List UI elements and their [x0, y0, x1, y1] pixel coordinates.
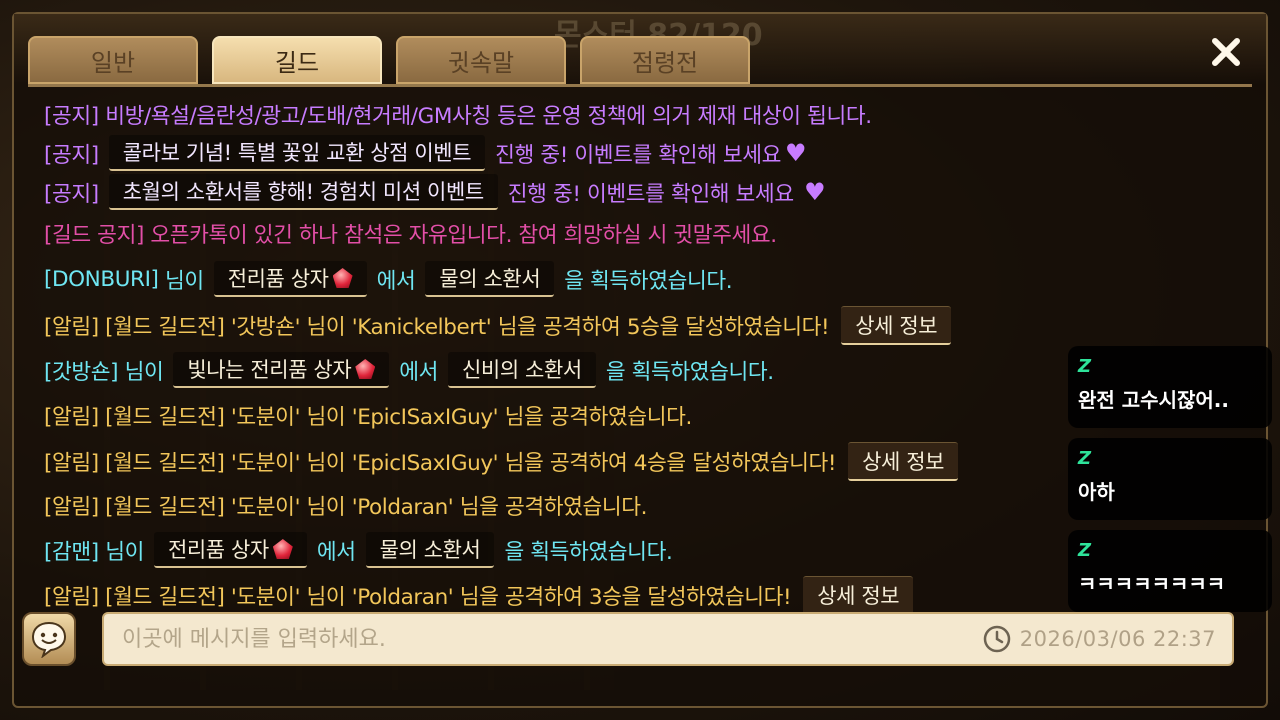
- chat-line-alert: [알림] [월드 길드전] '도분이' 님이 'Poldaran' 님을 공격하…: [44, 485, 647, 525]
- heart-icon: ♥: [785, 139, 807, 167]
- item-link[interactable]: 빛나는 전리품 상자: [173, 352, 390, 388]
- chat-line-alert: [알림] [월드 길드전] '갓방숀' 님이 'Kanickelbert' 님을…: [44, 305, 952, 345]
- alert-text: [알림] [월드 길드전] '도분이' 님이 'Poldaran' 님을 공격하…: [44, 584, 792, 610]
- item-name: 전리품 상자: [167, 538, 269, 562]
- loot-text: 님이: [124, 359, 164, 385]
- player-name[interactable]: [갓방숀]: [44, 355, 119, 386]
- chzzk-badge-icon: Z: [1078, 356, 1092, 377]
- loot-text: 을 획득하였습니다.: [564, 268, 733, 294]
- stream-chat-text: 아하: [1078, 480, 1115, 504]
- chzzk-badge-icon: Z: [1078, 448, 1092, 469]
- event-link[interactable]: 콜라보 기념! 특별 꽃잎 교환 상점 이벤트: [108, 135, 486, 171]
- loot-text: 에서: [316, 539, 356, 565]
- emoticon-button[interactable]: [22, 612, 76, 666]
- item-link[interactable]: 신비의 소환서: [448, 352, 596, 388]
- timestamp: 2026/03/06 22:37: [1019, 627, 1216, 651]
- item-name: 빛나는 전리품 상자: [187, 358, 352, 382]
- details-button[interactable]: 상세 정보: [803, 575, 914, 615]
- notice-text: 진행 중! 이벤트를 확인해 보세요: [495, 142, 782, 168]
- smiley-icon: [31, 621, 67, 658]
- player-name[interactable]: [DONBURI]: [44, 267, 159, 292]
- stream-chat-text: 완전 고수시잖어..: [1078, 388, 1229, 412]
- chat-tabs: 일반 길드 귓속말 점령전: [28, 36, 750, 84]
- alert-text: [알림] [월드 길드전] '도분이' 님이 'EpicISaxIGuy' 님을…: [44, 450, 837, 476]
- chat-line-loot: [갓방숀] 님이 빛나는 전리품 상자 에서 신비의 소환서 을 획득하였습니다…: [44, 350, 774, 390]
- gem-icon: [272, 539, 293, 559]
- loot-text: 을 획득하였습니다.: [504, 539, 673, 565]
- item-link[interactable]: 물의 소환서: [365, 532, 495, 568]
- game-screen: 몬스터 82/120 일반 길드 귓속말 점령전 [공지] 비방/욕설/음란성/…: [0, 0, 1280, 720]
- close-button[interactable]: [1204, 30, 1248, 74]
- chat-line-notice: [공지] 비방/욕설/음란성/광고/도배/현거래/GM사칭 등은 운영 정책에 …: [44, 94, 872, 134]
- notice-text: 비방/욕설/음란성/광고/도배/현거래/GM사칭 등은 운영 정책에 의거 제재…: [105, 103, 872, 129]
- stream-chat-message: Z 완전 고수시잖어..: [1068, 346, 1272, 428]
- loot-text: 에서: [399, 359, 439, 385]
- chzzk-badge-icon: Z: [1078, 540, 1092, 561]
- item-link[interactable]: 전리품 상자: [153, 532, 307, 568]
- tab-whisper[interactable]: 귓속말: [396, 36, 566, 84]
- chat-line-alert: [알림] [월드 길드전] '도분이' 님이 'EpicISaxIGuy' 님을…: [44, 395, 692, 435]
- loot-text: 님이: [164, 268, 204, 294]
- player-name[interactable]: [감맨]: [44, 535, 99, 566]
- tab-occupation-war[interactable]: 점령전: [580, 36, 750, 84]
- guild-notice-text: [길드 공지] 오픈카톡이 있긴 하나 참석은 자유입니다. 참여 희망하실 시…: [44, 222, 777, 248]
- stream-chat-text: ㅋㅋㅋㅋㅋㅋㅋㅋ: [1078, 572, 1226, 596]
- gem-icon: [355, 359, 376, 379]
- loot-text: 님이: [105, 539, 144, 565]
- chat-log: [공지] 비방/욕설/음란성/광고/도배/현거래/GM사칭 등은 운영 정책에 …: [44, 86, 1094, 616]
- notice-prefix: [공지]: [44, 181, 99, 207]
- notice-text: 진행 중! 이벤트를 확인해 보세요: [507, 181, 794, 207]
- item-link[interactable]: 물의 소환서: [425, 261, 555, 297]
- message-input[interactable]: [104, 625, 982, 653]
- clock-icon: [982, 624, 1012, 654]
- chat-line-notice: [공지] 콜라보 기념! 특별 꽃잎 교환 상점 이벤트 진행 중! 이벤트를 …: [44, 133, 807, 173]
- loot-text: 을 획득하였습니다.: [605, 359, 774, 385]
- loot-text: 에서: [376, 268, 416, 294]
- heart-icon: ♥: [804, 178, 826, 206]
- chat-line-alert: [알림] [월드 길드전] '도분이' 님이 'Poldaran' 님을 공격하…: [44, 575, 914, 615]
- chat-line-alert: [알림] [월드 길드전] '도분이' 님이 'EpicISaxIGuy' 님을…: [44, 441, 959, 481]
- close-icon: [1212, 38, 1240, 66]
- event-link[interactable]: 초월의 소환서를 향해! 경험치 미션 이벤트: [108, 174, 498, 210]
- chat-line-notice: [공지] 초월의 소환서를 향해! 경험치 미션 이벤트 진행 중! 이벤트를 …: [44, 172, 826, 212]
- alert-text: [알림] [월드 길드전] '갓방숀' 님이 'Kanickelbert' 님을…: [44, 314, 830, 340]
- details-button[interactable]: 상세 정보: [848, 441, 959, 481]
- chat-line-loot: [DONBURI] 님이 전리품 상자 에서 물의 소환서 을 획득하였습니다.: [44, 259, 733, 299]
- chat-line-loot: [감맨] 님이 전리품 상자 에서 물의 소환서 을 획득하였습니다.: [44, 530, 673, 570]
- tab-guild[interactable]: 길드: [212, 36, 382, 84]
- details-button[interactable]: 상세 정보: [841, 305, 952, 345]
- notice-prefix: [공지]: [44, 103, 99, 129]
- chat-line-guild-notice: [길드 공지] 오픈카톡이 있긴 하나 참석은 자유입니다. 참여 희망하실 시…: [44, 213, 777, 253]
- notice-prefix: [공지]: [44, 142, 99, 168]
- item-link[interactable]: 전리품 상자: [213, 261, 367, 297]
- tab-general[interactable]: 일반: [28, 36, 198, 84]
- message-input-box: 2026/03/06 22:37: [102, 612, 1234, 666]
- stream-chat-message: Z ㅋㅋㅋㅋㅋㅋㅋㅋ: [1068, 530, 1272, 612]
- item-name: 전리품 상자: [227, 267, 329, 291]
- alert-text: [알림] [월드 길드전] '도분이' 님이 'Poldaran' 님을 공격하…: [44, 494, 648, 520]
- stream-chat-message: Z 아하: [1068, 438, 1272, 520]
- gem-icon: [332, 268, 353, 288]
- alert-text: [알림] [월드 길드전] '도분이' 님이 'EpicISaxIGuy' 님을…: [44, 404, 692, 430]
